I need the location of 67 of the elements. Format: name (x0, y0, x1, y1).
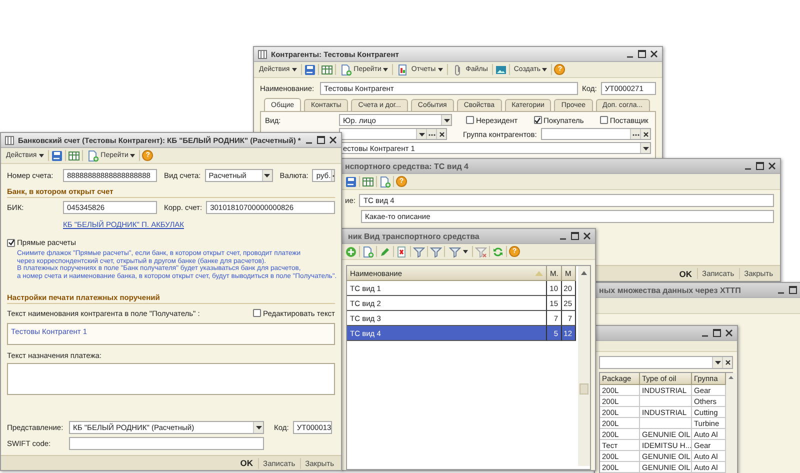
close-button[interactable] (725, 329, 733, 337)
window-icon (5, 136, 14, 144)
refresh-icon[interactable] (492, 246, 504, 258)
document-plus-icon (86, 150, 99, 162)
dialog-button[interactable]: OK (236, 457, 258, 469)
filter-field[interactable] (599, 356, 733, 369)
document-plus-icon (340, 64, 352, 76)
select-button[interactable] (426, 129, 436, 139)
caret-icon (438, 68, 443, 72)
window-title: нспортного средства: ТС вид 4 (344, 162, 470, 170)
close-button[interactable] (768, 162, 776, 170)
report-icon (397, 64, 410, 76)
table-cell (640, 418, 692, 429)
sort-icon (535, 270, 543, 276)
checkmark-icon (534, 116, 542, 124)
maximize-button[interactable] (756, 162, 764, 170)
window-title: ных множества данных через ХТТП (599, 286, 742, 294)
maximize-button[interactable] (317, 136, 325, 144)
plus-icon[interactable] (345, 246, 357, 258)
clear-icon (438, 130, 446, 138)
caret-icon (130, 154, 136, 158)
swift-field[interactable] (69, 437, 264, 450)
dropdown-button[interactable] (640, 143, 650, 153)
window-title: ник Вид транспортного средства (347, 232, 480, 240)
picture-icon[interactable] (494, 64, 507, 76)
table-cell (640, 396, 692, 407)
caret-icon (38, 154, 44, 158)
dialog-button[interactable]: OK (675, 268, 696, 280)
delete-icon[interactable] (396, 246, 408, 258)
clear-icon (724, 358, 732, 367)
input-field[interactable] (339, 128, 447, 140)
maximize-button[interactable] (713, 329, 721, 337)
scrollbar[interactable] (726, 373, 736, 473)
caret-icon (292, 68, 297, 72)
close-button[interactable] (650, 50, 658, 58)
dropdown-button[interactable] (262, 170, 272, 181)
clear-button[interactable] (640, 129, 650, 139)
scrollbar[interactable] (578, 266, 590, 466)
caret-icon (254, 423, 262, 432)
filter-menu-button[interactable] (447, 244, 470, 258)
dropdown-button[interactable] (416, 129, 426, 139)
close-button[interactable] (583, 232, 591, 240)
dropdown-button[interactable] (712, 357, 722, 368)
caret-icon (263, 171, 272, 180)
table-icon[interactable] (320, 64, 333, 76)
clear-icon (642, 130, 650, 138)
maximize-button[interactable] (789, 286, 797, 294)
table-icon[interactable] (68, 150, 80, 162)
caret-icon (714, 358, 722, 367)
checkmark-icon (8, 239, 14, 246)
dropdown-button[interactable] (441, 115, 451, 125)
maximize-button[interactable] (638, 50, 646, 58)
window-icon (258, 50, 267, 58)
maximize-button[interactable] (571, 232, 579, 240)
table-icon[interactable] (362, 176, 374, 188)
caret-icon (542, 68, 548, 72)
dropdown-button[interactable] (253, 422, 263, 433)
document-plus-icon[interactable] (379, 176, 391, 188)
clear-button[interactable] (722, 357, 732, 368)
close-button[interactable] (329, 136, 337, 144)
caret-icon (463, 250, 468, 254)
group-field[interactable] (540, 128, 651, 140)
caret-icon (383, 68, 388, 72)
document-plus-icon[interactable] (362, 246, 374, 258)
filter-clear-icon[interactable] (475, 246, 487, 258)
select-button[interactable] (630, 129, 640, 139)
clear-button[interactable] (436, 129, 446, 139)
